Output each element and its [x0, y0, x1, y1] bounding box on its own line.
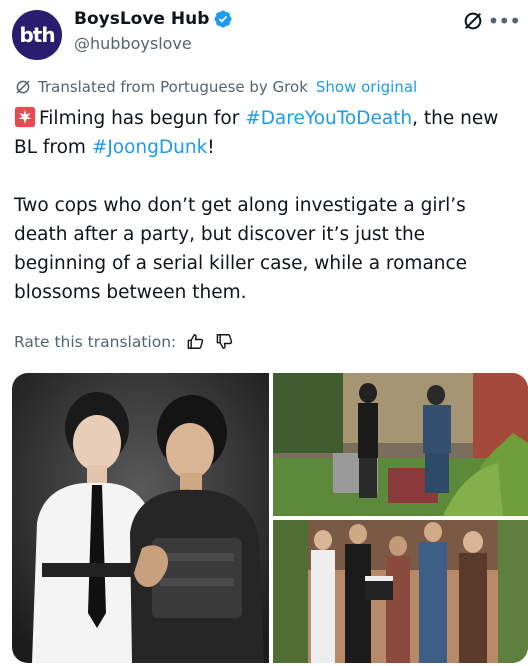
hashtag-link[interactable]: #JoongDunk: [92, 137, 207, 158]
photo-2-image: [273, 373, 528, 516]
tweet-paragraph-2: Two cops who don’t get along investigate…: [14, 195, 468, 303]
rate-translation: Rate this translation:: [14, 332, 234, 351]
police-light-emoji: [14, 106, 36, 128]
display-name[interactable]: BoysLove Hub: [74, 8, 209, 30]
more-icon[interactable]: •••: [488, 11, 521, 31]
tweet-header: bth BoysLove Hub @hubboyslove •••: [12, 6, 521, 62]
verified-badge-icon: [214, 10, 232, 28]
grok-icon[interactable]: [462, 10, 484, 32]
tweet-text-part: Filming has begun for: [39, 108, 246, 129]
photo-on-set-garden[interactable]: [273, 373, 528, 516]
media-grid: [12, 373, 528, 663]
display-name-row[interactable]: BoysLove Hub: [74, 8, 233, 30]
tweet-text-part: !: [207, 137, 215, 158]
hashtag-link[interactable]: #DareYouToDeath: [245, 108, 412, 129]
avatar[interactable]: bth: [12, 10, 62, 60]
tweet-text: Filming has begun for #DareYouToDeath, t…: [14, 104, 520, 307]
rate-label: Rate this translation:: [14, 332, 177, 351]
photo-3-image: [273, 520, 528, 663]
show-original-link[interactable]: Show original: [316, 78, 417, 96]
tweet-paragraph-1: Filming has begun for #DareYouToDeath, t…: [14, 104, 520, 162]
photo-cast-group-clapperboard[interactable]: [273, 520, 528, 663]
photo-1-image: [12, 373, 269, 663]
thumbs-down-icon[interactable]: [215, 332, 234, 351]
translation-label: Translated from Portuguese by Grok: [38, 78, 308, 96]
translation-notice: Translated from Portuguese by Grok Show …: [14, 78, 417, 96]
thumbs-up-icon[interactable]: [186, 332, 205, 351]
account-names: BoysLove Hub @hubboyslove: [74, 8, 233, 56]
photo-two-actors-studio[interactable]: [12, 373, 269, 663]
handle[interactable]: @hubboyslove: [74, 32, 233, 56]
avatar-text: bth: [19, 23, 55, 47]
grok-small-icon: [16, 80, 30, 94]
